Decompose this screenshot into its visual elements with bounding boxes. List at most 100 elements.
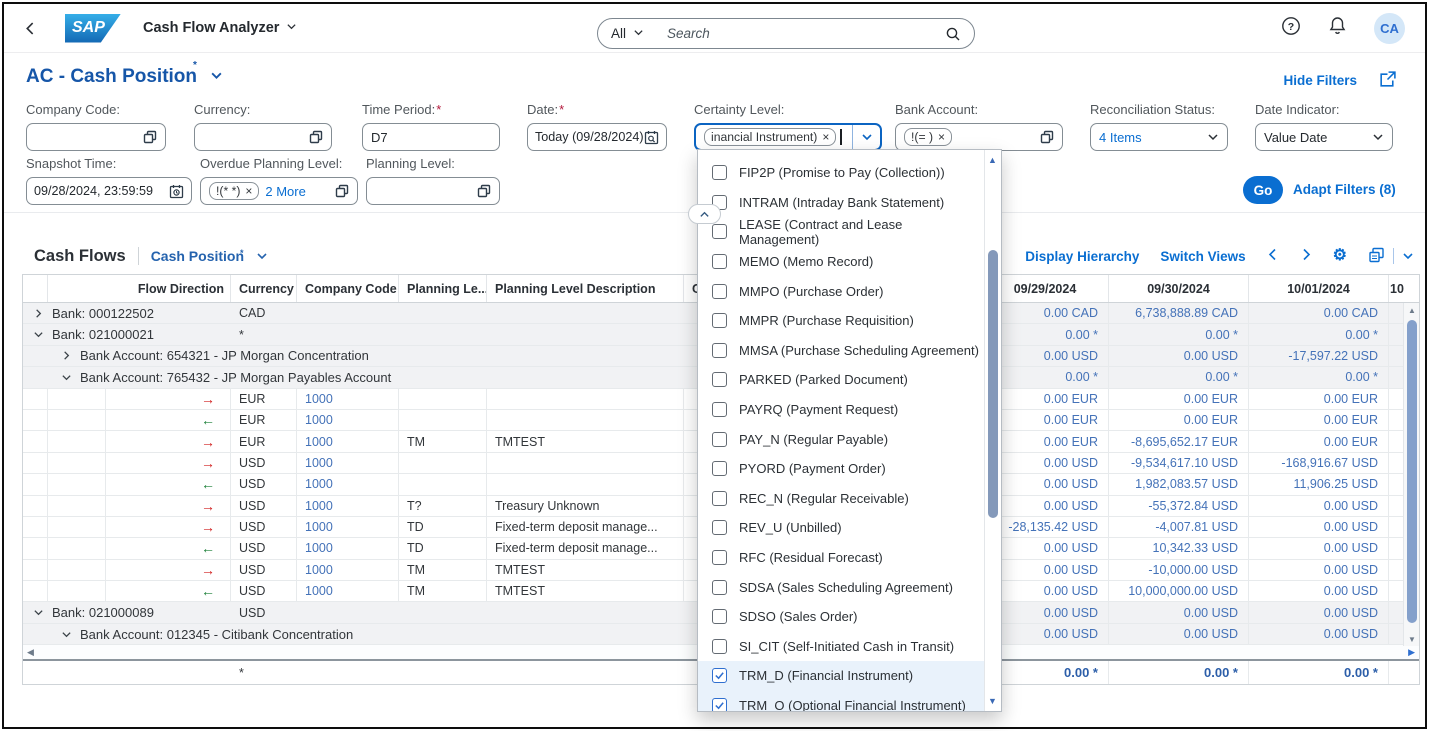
expand-toggle-icon[interactable]	[61, 372, 72, 383]
checkbox[interactable]	[712, 639, 727, 654]
dropdown-item[interactable]: TRM_D (Financial Instrument)	[698, 661, 985, 691]
app-title-menu[interactable]: Cash Flow Analyzer	[143, 20, 297, 36]
column-header-date[interactable]: 09/30/2024	[1109, 275, 1249, 302]
export-icon[interactable]	[1368, 247, 1385, 266]
date-input[interactable]: Today (09/28/2024)	[527, 123, 667, 151]
dropdown-item[interactable]: PAYRQ (Payment Request)	[698, 395, 985, 425]
currency-input[interactable]	[194, 123, 332, 151]
dropdown-scrollbar[interactable]: ▲ ▼	[984, 150, 1001, 711]
column-header-date[interactable]: 10/01/2024	[1249, 275, 1389, 302]
checkbox[interactable]	[712, 432, 727, 447]
dropdown-item[interactable]: MMPR (Purchase Requisition)	[698, 306, 985, 336]
scroll-down-icon[interactable]: ▼	[985, 693, 1000, 709]
notifications-bell-icon[interactable]	[1328, 16, 1347, 41]
dropdown-item[interactable]: REC_N (Regular Receivable)	[698, 484, 985, 514]
dropdown-item[interactable]: REV_U (Unbilled)	[698, 513, 985, 543]
filter-token[interactable]: !(* *) ×	[209, 182, 259, 200]
column-header-date[interactable]: 10	[1389, 275, 1405, 302]
checkbox[interactable]	[712, 698, 727, 712]
value-help-icon[interactable]	[477, 184, 491, 198]
scroll-left-icon[interactable]: ◀	[27, 647, 34, 658]
search-scope[interactable]: All	[611, 26, 626, 41]
remove-token-icon[interactable]: ×	[822, 130, 829, 144]
hide-filters-link[interactable]: Hide Filters	[1283, 73, 1357, 88]
dropdown-item[interactable]: SDSA (Sales Scheduling Agreement)	[698, 572, 985, 602]
reconciliation-status-select[interactable]: 4 Items	[1090, 123, 1228, 151]
checkbox[interactable]	[712, 520, 727, 535]
checkbox[interactable]	[712, 491, 727, 506]
column-header[interactable]: Flow Direction	[48, 275, 231, 302]
table-settings-icon[interactable]: ⚙	[1333, 248, 1347, 264]
filter-token[interactable]: !(= ) ×	[904, 128, 952, 146]
back-icon[interactable]	[24, 22, 37, 35]
checkbox[interactable]	[712, 165, 727, 180]
next-column-button[interactable]	[1300, 248, 1312, 264]
value-help-icon[interactable]	[1040, 130, 1054, 144]
previous-column-button[interactable]	[1267, 248, 1279, 264]
certainty-level-multicombobox[interactable]: inancial Instrument) ×	[694, 123, 882, 151]
dropdown-item[interactable]: FIP2P (Promise to Pay (Collection))	[698, 158, 985, 188]
date-indicator-select[interactable]: Value Date	[1255, 123, 1393, 151]
column-header[interactable]	[23, 275, 48, 302]
dropdown-item[interactable]: MEMO (Memo Record)	[698, 247, 985, 277]
adapt-filters-link[interactable]: Adapt Filters (8)	[1293, 182, 1396, 197]
page-title-menu[interactable]: AC - Cash Position*	[26, 66, 223, 88]
datetime-picker-icon[interactable]	[169, 184, 184, 199]
column-header[interactable]: Currency	[231, 275, 297, 302]
dropdown-item[interactable]: SI_CIT (Self-Initiated Cash in Transit)	[698, 632, 985, 662]
display-hierarchy-button[interactable]: Display Hierarchy	[1025, 249, 1139, 264]
value-help-icon[interactable]	[143, 130, 157, 144]
vertical-scrollbar[interactable]: ▲ ▼	[1403, 303, 1419, 646]
value-help-icon[interactable]	[309, 130, 323, 144]
dropdown-item[interactable]: LEASE (Contract and Lease Management)	[698, 217, 985, 247]
dropdown-item[interactable]: INTRAM (Intraday Bank Statement)	[698, 188, 985, 218]
global-search[interactable]: All Search	[597, 18, 975, 49]
overdue-planning-level-input[interactable]: !(* *) × 2 More	[200, 177, 358, 205]
planning-level-input[interactable]	[366, 177, 500, 205]
checkbox[interactable]	[712, 402, 727, 417]
sap-logo[interactable]: SAP	[65, 14, 121, 43]
expand-toggle-icon[interactable]	[33, 329, 44, 340]
column-header[interactable]: Company Code	[297, 275, 399, 302]
search-icon[interactable]	[945, 26, 961, 42]
scroll-up-icon[interactable]: ▲	[1404, 303, 1420, 317]
avatar[interactable]: CA	[1374, 13, 1405, 44]
column-header[interactable]: Planning Le...	[399, 275, 487, 302]
checkbox[interactable]	[712, 550, 727, 565]
remove-token-icon[interactable]: ×	[245, 184, 252, 198]
checkbox[interactable]	[712, 372, 727, 387]
expand-toggle-icon[interactable]	[33, 607, 44, 618]
dropdown-item[interactable]: PAY_N (Regular Payable)	[698, 424, 985, 454]
checkbox[interactable]	[712, 313, 727, 328]
checkbox[interactable]	[712, 224, 727, 239]
company-code-input[interactable]	[26, 123, 166, 151]
chevron-down-icon[interactable]	[1207, 131, 1219, 143]
expand-toggle-icon[interactable]	[61, 629, 72, 640]
filter-token[interactable]: inancial Instrument) ×	[704, 128, 836, 146]
checkbox[interactable]	[712, 461, 727, 476]
switch-views-button[interactable]: Switch Views	[1160, 249, 1245, 264]
checkbox[interactable]	[712, 254, 727, 269]
checkbox[interactable]	[712, 343, 727, 358]
time-period-input[interactable]: D7	[362, 123, 500, 151]
scroll-up-icon[interactable]: ▲	[985, 152, 1000, 168]
dropdown-item[interactable]: MMPO (Purchase Order)	[698, 276, 985, 306]
dropdown-item[interactable]: MMSA (Purchase Scheduling Agreement)	[698, 336, 985, 366]
scroll-right-icon[interactable]: ▶	[1408, 647, 1415, 658]
view-selector[interactable]: Cash Position*	[151, 248, 268, 264]
checkbox[interactable]	[712, 580, 727, 595]
scrollbar-thumb[interactable]	[988, 250, 998, 518]
search-input[interactable]: Search	[667, 26, 710, 41]
dropdown-item[interactable]: PARKED (Parked Document)	[698, 365, 985, 395]
checkbox[interactable]	[712, 668, 727, 683]
snapshot-time-input[interactable]: 09/28/2024, 23:59:59	[26, 177, 192, 205]
date-picker-icon[interactable]	[644, 130, 659, 145]
help-icon[interactable]: ?	[1281, 16, 1301, 41]
chevron-down-icon[interactable]	[633, 25, 644, 43]
share-icon[interactable]	[1378, 70, 1397, 94]
scrollbar-thumb[interactable]	[1407, 320, 1417, 623]
bank-account-input[interactable]: !(= ) ×	[895, 123, 1063, 151]
dropdown-item[interactable]: PYORD (Payment Order)	[698, 454, 985, 484]
column-header[interactable]: Planning Level Description	[487, 275, 684, 302]
dropdown-item[interactable]: TRM_O (Optional Financial Instrument)	[698, 691, 985, 712]
